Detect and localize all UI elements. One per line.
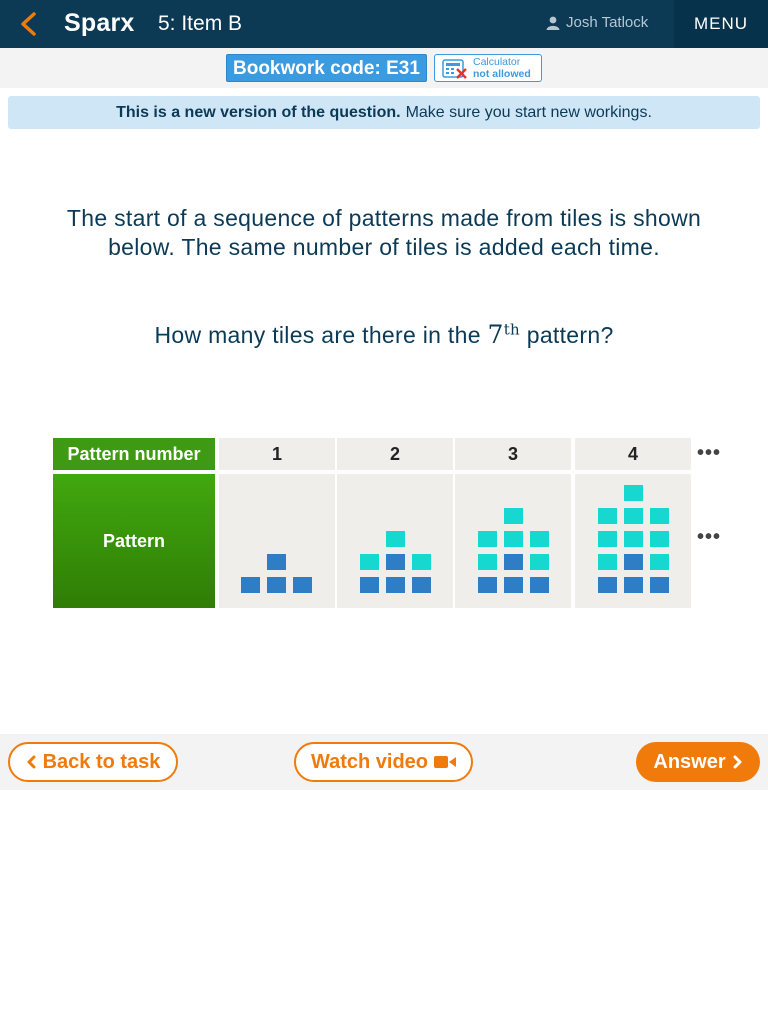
- question-prompt: How many tiles are there in the 7th patt…: [64, 320, 704, 349]
- question-intro: The start of a sequence of patterns made…: [66, 205, 702, 260]
- tile: [504, 554, 523, 570]
- tile: [241, 577, 260, 593]
- watch-video-label: Watch video: [310, 750, 429, 773]
- tile: [530, 577, 549, 593]
- pattern-2-cell: [337, 474, 453, 608]
- pattern-number-cell: 1: [219, 438, 335, 470]
- tile: [386, 577, 405, 593]
- pattern-continuation-ellipsis: •••: [697, 526, 722, 548]
- user-icon: [546, 16, 560, 30]
- question-term-suffix: th: [503, 320, 521, 339]
- tile: [504, 577, 523, 593]
- menu-button[interactable]: MENU: [674, 0, 768, 48]
- pattern-1-cell: [219, 474, 335, 608]
- tile: [598, 531, 617, 547]
- tile: [624, 485, 643, 501]
- pattern-number-header: Pattern number: [53, 438, 215, 470]
- tile: [478, 554, 497, 570]
- tile: [530, 531, 549, 547]
- tile: [386, 554, 405, 570]
- tile: [360, 554, 379, 570]
- bookwork-code-badge: Bookwork code: E31: [226, 54, 427, 82]
- tile: [530, 554, 549, 570]
- pattern-row-header: Pattern: [53, 474, 215, 608]
- answer-label: Answer: [653, 750, 726, 773]
- tile: [650, 531, 669, 547]
- calculator-line1: Calculator: [473, 56, 521, 68]
- brand-logo[interactable]: Sparx: [64, 9, 134, 38]
- question-prompt-post: pattern?: [526, 322, 614, 348]
- watch-video-button[interactable]: Watch video: [294, 742, 473, 782]
- question-term-number: 7: [487, 320, 504, 349]
- tile: [360, 577, 379, 593]
- tile: [267, 554, 286, 570]
- new-version-notice: This is a new version of the question. M…: [8, 96, 760, 129]
- answer-button[interactable]: Answer: [636, 742, 760, 782]
- tile: [478, 577, 497, 593]
- bottom-action-bar: Back to task Watch video Answer: [0, 734, 768, 790]
- calculator-line2: not allowed: [473, 68, 531, 80]
- item-title: 5: Item B: [158, 12, 243, 35]
- tile: [624, 531, 643, 547]
- top-bar: Sparx 5: Item B Josh Tatlock MENU: [0, 0, 768, 48]
- back-to-task-label: Back to task: [42, 750, 161, 773]
- tile: [650, 577, 669, 593]
- tile: [412, 554, 431, 570]
- calculator-status-badge: Calculator not allowed: [434, 54, 542, 82]
- header-continuation-ellipsis: •••: [697, 442, 722, 464]
- calculator-status-text: Calculator not allowed: [473, 56, 531, 80]
- tile: [598, 508, 617, 524]
- chevron-left-icon: [27, 755, 36, 769]
- tile: [504, 531, 523, 547]
- back-to-task-button[interactable]: Back to task: [8, 742, 178, 782]
- calculator-crossed-icon: [442, 59, 467, 79]
- code-bar: Bookwork code: E31 Calculator not allowe…: [0, 48, 768, 88]
- tile: [293, 577, 312, 593]
- tile: [504, 508, 523, 524]
- tile: [478, 531, 497, 547]
- tile: [267, 577, 286, 593]
- tile: [624, 508, 643, 524]
- user-info: Josh Tatlock: [546, 14, 648, 31]
- tile: [598, 554, 617, 570]
- pattern-number-cell: 4: [575, 438, 691, 470]
- tile: [650, 508, 669, 524]
- tile: [650, 554, 669, 570]
- question-prompt-pre: How many tiles are there in the: [154, 322, 481, 348]
- tile: [386, 531, 405, 547]
- tile: [598, 577, 617, 593]
- tile: [412, 577, 431, 593]
- user-name: Josh Tatlock: [566, 14, 649, 31]
- back-chevron-icon[interactable]: [12, 8, 44, 40]
- pattern-number-cell: 2: [337, 438, 453, 470]
- notice-text: Make sure you start new workings.: [405, 103, 652, 121]
- tile: [624, 577, 643, 593]
- tile: [624, 554, 643, 570]
- chevron-right-icon: [733, 755, 742, 769]
- video-camera-icon: [434, 756, 457, 768]
- pattern-number-cell: 3: [455, 438, 571, 470]
- notice-bold: This is a new version of the question.: [116, 103, 401, 121]
- pattern-3-cell: [455, 474, 571, 608]
- pattern-4-cell: [575, 474, 691, 608]
